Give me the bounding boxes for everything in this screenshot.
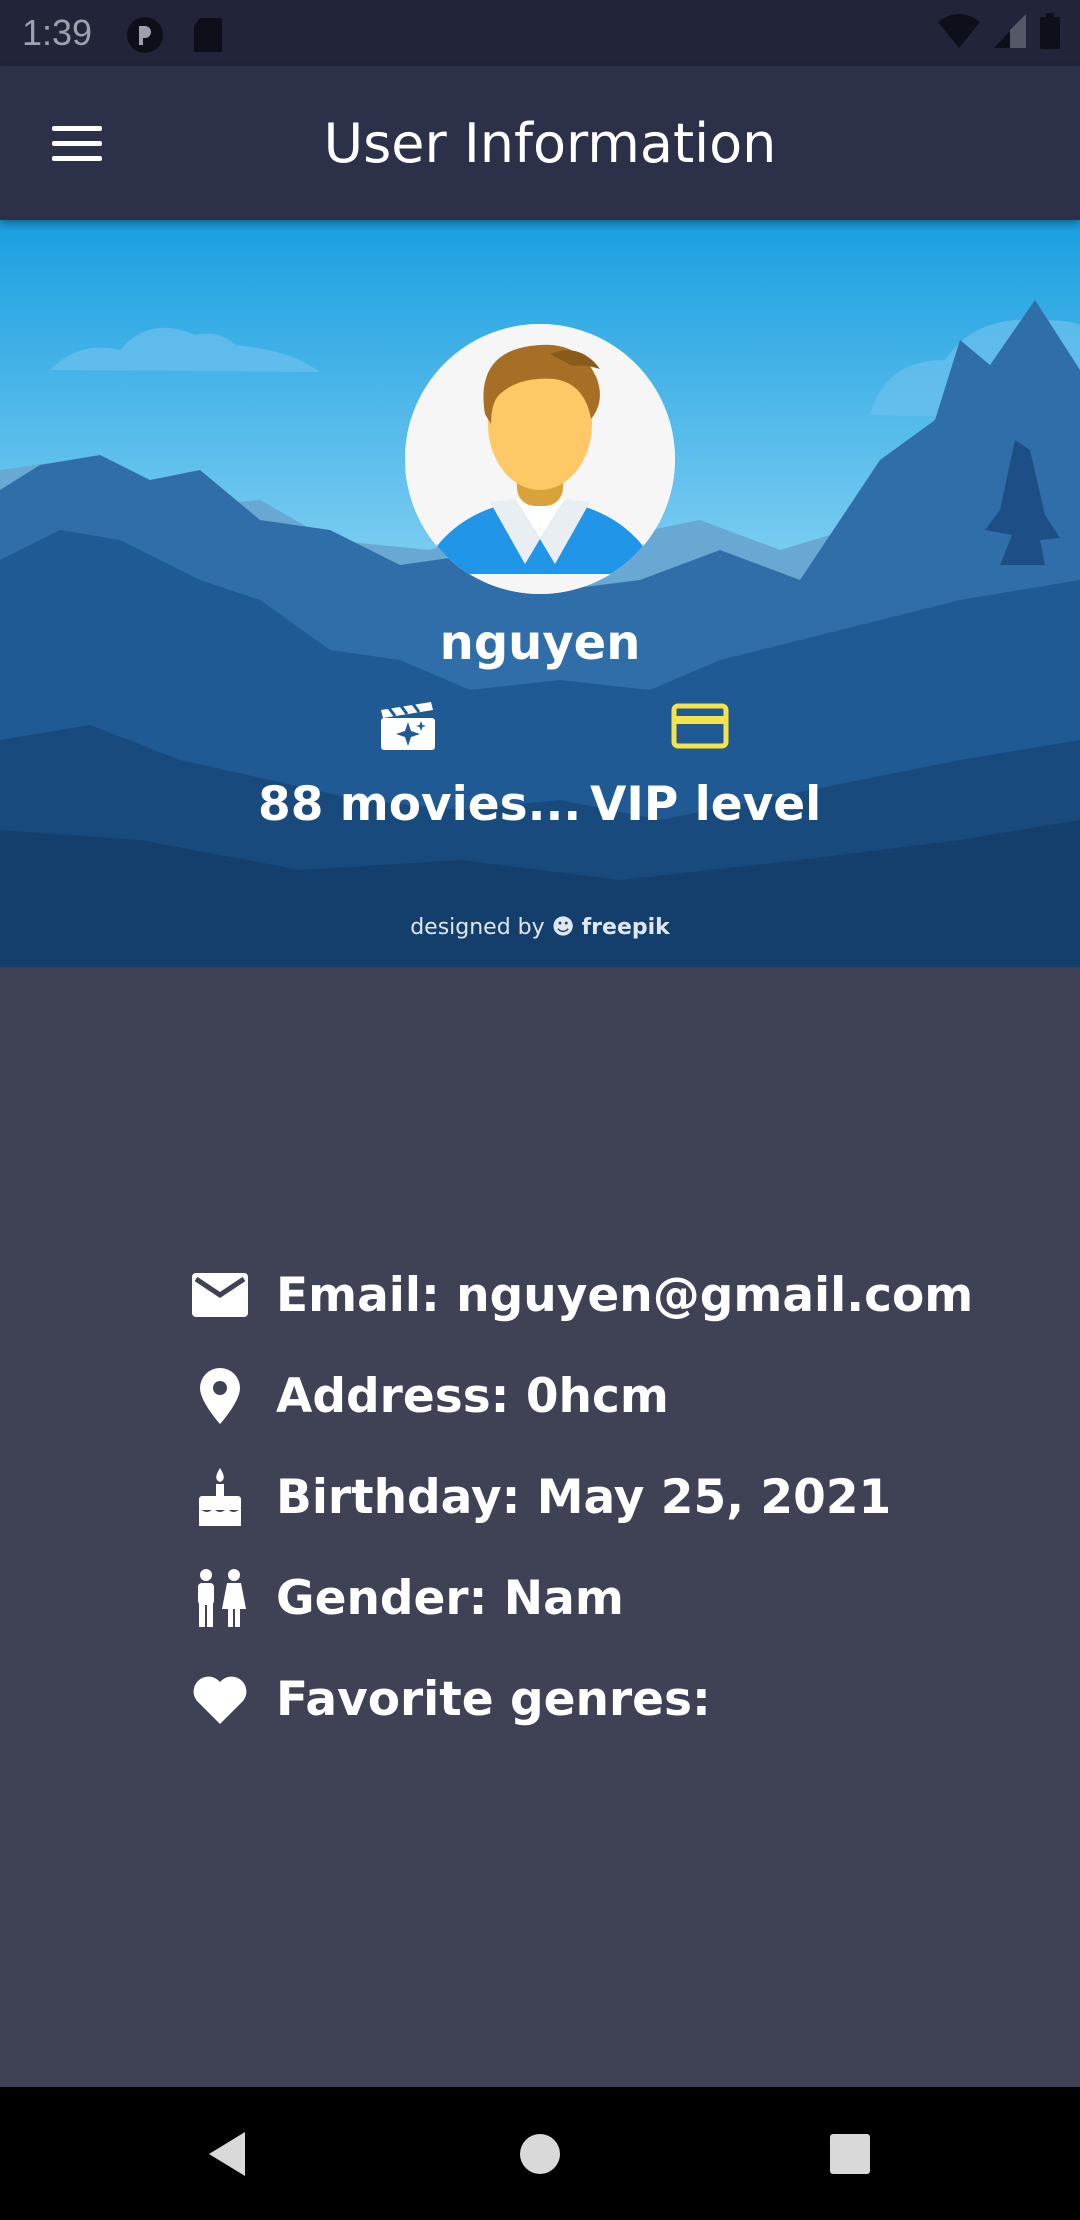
address-row: Address: 0hcm — [190, 1361, 669, 1431]
birthday-cake-icon — [190, 1467, 250, 1527]
birthday-text: Birthday: May 25, 2021 — [276, 1469, 892, 1525]
email-text: Email: nguyen@gmail.com — [276, 1267, 974, 1323]
vip-stat[interactable]: VIP level — [590, 702, 822, 832]
gender-row: Gender: Nam — [190, 1563, 624, 1633]
heart-icon — [190, 1669, 250, 1729]
recents-square-icon — [830, 2134, 870, 2174]
sd-card-icon — [192, 16, 224, 59]
vip-level-label: VIP level — [590, 777, 822, 832]
back-button[interactable] — [182, 2121, 272, 2187]
home-circle-icon — [520, 2134, 560, 2174]
user-avatar-icon — [405, 324, 675, 594]
home-button[interactable] — [495, 2121, 585, 2187]
battery-icon — [1040, 12, 1060, 54]
username: nguyen — [439, 615, 641, 671]
system-nav-bar — [0, 2087, 1080, 2220]
freepik-credit: designed by ☻ freepik — [0, 915, 1080, 940]
avatar[interactable] — [405, 324, 675, 594]
email-icon — [190, 1265, 250, 1325]
gender-text: Gender: Nam — [276, 1570, 624, 1626]
signal-icon — [994, 13, 1026, 53]
gender-icon — [190, 1568, 250, 1628]
birthday-row: Birthday: May 25, 2021 — [190, 1462, 891, 1532]
app-bar: User Information — [0, 66, 1080, 220]
user-info-panel: Email: nguyen@gmail.com Address: 0hcm Bi… — [0, 967, 1080, 2087]
recents-button[interactable] — [805, 2121, 895, 2187]
wifi-icon — [938, 13, 980, 53]
movies-count-label: 88 movies... — [258, 777, 582, 832]
email-row: Email: nguyen@gmail.com — [190, 1260, 973, 1330]
credit-card-icon — [590, 702, 810, 755]
page-title: User Information — [323, 112, 777, 175]
app-notification-icon — [126, 16, 164, 59]
movie-star-icon — [258, 702, 558, 755]
movies-stat[interactable]: 88 movies... — [258, 702, 582, 832]
credit-brand: freepik — [581, 915, 670, 940]
favorite-genres-text: Favorite genres: — [276, 1671, 711, 1727]
address-text: Address: 0hcm — [276, 1368, 669, 1424]
freepik-logo-icon: ☻ — [551, 915, 575, 940]
location-pin-icon — [190, 1366, 250, 1426]
favorite-genres-row: Favorite genres: — [190, 1664, 711, 1734]
credit-prefix: designed by — [410, 915, 545, 940]
back-triangle-icon — [209, 2132, 245, 2176]
profile-header: nguyen 88 movies... VIP level designed b… — [0, 220, 1080, 967]
status-bar: 1:39 — [0, 0, 1080, 66]
status-time: 1:39 — [22, 12, 93, 53]
